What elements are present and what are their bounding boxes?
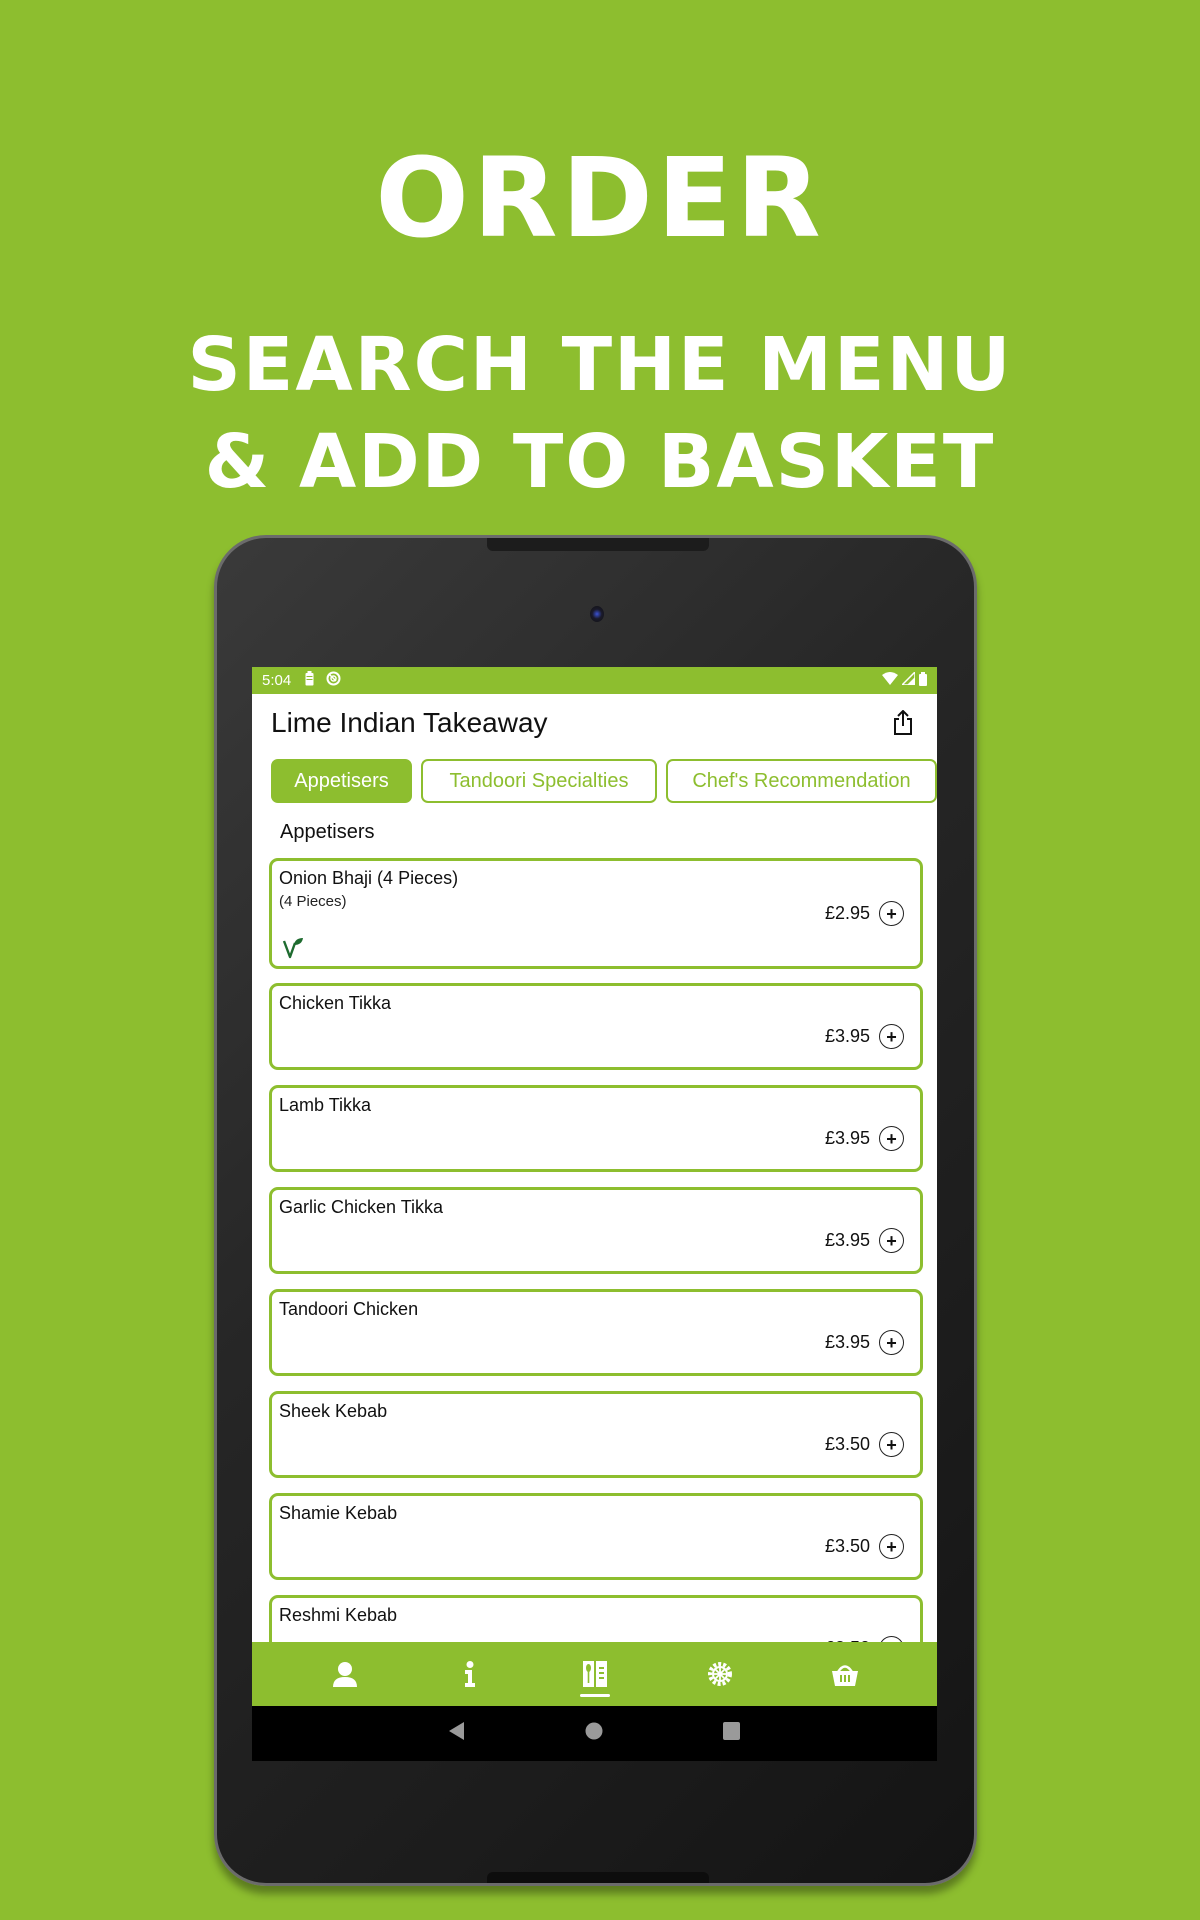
nav-settings[interactable] <box>690 1649 750 1699</box>
nav-menu[interactable] <box>565 1649 625 1699</box>
menu-item-price: £3.50 <box>824 1434 870 1454</box>
menu-item-card[interactable]: Lamb Tikka £3.95 + <box>269 1085 923 1172</box>
menu-item-name: Sheek Kebab <box>279 1401 388 1421</box>
category-tabs: Appetisers Tandoori Specialties Chef's R… <box>271 759 937 803</box>
promo-subline-2: & ADD TO BASKET <box>204 419 996 505</box>
page-title: Lime Indian Takeaway <box>271 707 548 738</box>
menu-item-name: Shamie Kebab <box>279 1503 398 1523</box>
menu-item-card[interactable]: Garlic Chicken Tikka £3.95 + <box>269 1187 923 1274</box>
tablet-speaker-bottom <box>487 1872 709 1883</box>
add-to-basket-button[interactable]: + <box>879 1534 904 1559</box>
vegetarian-icon <box>282 938 303 959</box>
nav-account[interactable] <box>315 1649 375 1699</box>
menu-item-card[interactable]: Shamie Kebab £3.50 + <box>269 1493 923 1580</box>
recents-icon <box>723 1722 740 1740</box>
account-icon <box>332 1662 357 1687</box>
add-to-basket-button[interactable]: + <box>879 1432 904 1457</box>
battery-saver-icon <box>305 671 314 690</box>
menu-item-description: (4 Pieces) <box>279 893 347 910</box>
basket-icon <box>831 1665 858 1686</box>
nav-basket[interactable] <box>815 1649 875 1699</box>
tab-chefs-recommendation[interactable]: Chef's Recommendation <box>666 759 937 803</box>
recents-button[interactable] <box>723 1722 740 1745</box>
menu-item-card[interactable]: Chicken Tikka £3.95 + <box>269 983 923 1070</box>
bottom-nav <box>252 1642 937 1706</box>
share-button[interactable] <box>888 708 918 738</box>
home-button[interactable] <box>585 1722 603 1745</box>
back-button[interactable] <box>449 1722 465 1745</box>
menu-item-name: Reshmi Kebab <box>279 1605 398 1625</box>
share-icon <box>894 710 912 735</box>
menu-item-name: Garlic Chicken Tikka <box>279 1197 444 1217</box>
home-icon <box>585 1722 603 1740</box>
data-saver-icon <box>326 671 341 690</box>
settings-icon <box>707 1662 732 1686</box>
wifi-icon <box>882 672 898 689</box>
menu-item-name: Onion Bhaji (4 Pieces) <box>279 868 459 888</box>
add-to-basket-button[interactable]: + <box>879 1024 904 1049</box>
menu-item-price: £3.95 <box>824 1230 870 1250</box>
menu-item-name: Tandoori Chicken <box>279 1299 419 1319</box>
menu-item-price: £3.95 <box>824 1026 870 1046</box>
battery-icon <box>919 671 927 690</box>
menu-item-card[interactable]: Sheek Kebab £3.50 + <box>269 1391 923 1478</box>
app-bar: Lime Indian Takeaway <box>252 694 937 752</box>
status-bar: 5:04 <box>252 667 937 694</box>
menu-item-price: £3.95 <box>824 1128 870 1148</box>
menu-item-card[interactable]: Onion Bhaji (4 Pieces) (4 Pieces) £2.95 + <box>269 858 923 969</box>
add-to-basket-button[interactable]: + <box>879 1228 904 1253</box>
menu-item-price: £3.95 <box>824 1332 870 1352</box>
signal-icon <box>900 670 916 689</box>
promo-headline: ORDER <box>375 134 825 262</box>
add-to-basket-button[interactable]: + <box>879 901 904 926</box>
system-nav-bar <box>252 1706 937 1761</box>
tab-appetisers[interactable]: Appetisers <box>271 759 412 803</box>
menu-item-price: £2.95 <box>824 903 870 923</box>
menu-item-price: £3.50 <box>824 1536 870 1556</box>
tab-tandoori-specialties[interactable]: Tandoori Specialties <box>421 759 657 803</box>
promo-subline-1: SEARCH THE MENU <box>187 322 1013 408</box>
section-title: Appetisers <box>280 821 375 843</box>
add-to-basket-button[interactable]: + <box>879 1126 904 1151</box>
menu-icon <box>582 1661 607 1687</box>
menu-item-name: Lamb Tikka <box>279 1095 372 1115</box>
tablet-speaker-top <box>487 538 709 551</box>
add-to-basket-button[interactable]: + <box>879 1330 904 1355</box>
back-icon <box>449 1722 464 1740</box>
camera-icon <box>590 606 604 622</box>
menu-item-name: Chicken Tikka <box>279 993 392 1013</box>
app-screen: 5:04 Lime Indian Takeaway Appetisers Tan… <box>252 667 937 1761</box>
info-icon <box>464 1661 475 1687</box>
nav-info[interactable] <box>440 1649 500 1699</box>
status-time: 5:04 <box>262 672 292 689</box>
menu-item-card[interactable]: Tandoori Chicken £3.95 + <box>269 1289 923 1376</box>
